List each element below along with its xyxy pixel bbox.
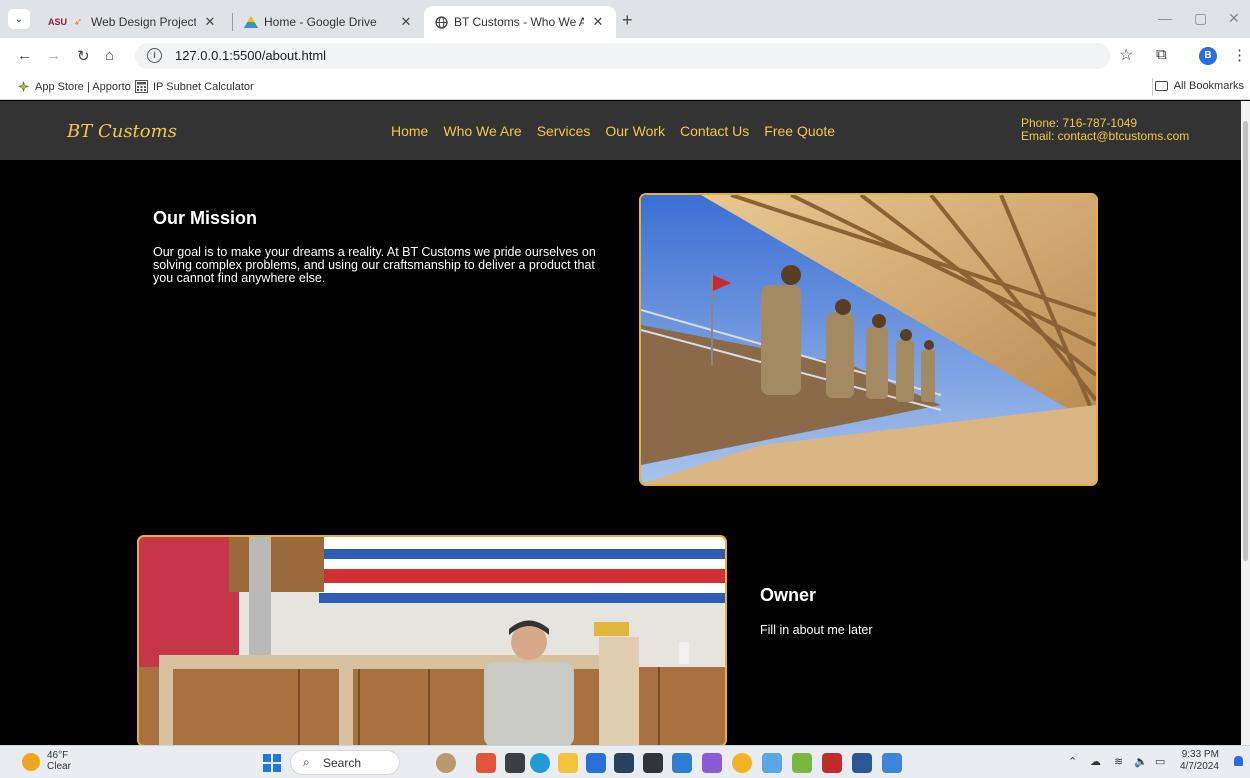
virtualbox-icon[interactable]: [643, 753, 663, 773]
new-tab-plus-icon[interactable]: +: [622, 10, 633, 31]
bookmark-ip-subnet-calculator[interactable]: IP Subnet Calculator: [135, 80, 254, 93]
battery-icon[interactable]: ▭: [1155, 755, 1165, 768]
file-explorer-icon[interactable]: [558, 753, 578, 773]
page-scrollbar[interactable]: [1241, 101, 1250, 745]
clock-time: 9:33 PM: [1181, 749, 1219, 760]
address-bar[interactable]: i 127.0.0.1:5500/about.html: [135, 43, 1110, 69]
site-nav: Home Who We Are Services Our Work Contac…: [391, 123, 835, 139]
restore-icon[interactable]: ▢: [1194, 10, 1207, 27]
nav-contact-us[interactable]: Contact Us: [680, 123, 749, 139]
extensions-puzzle-icon[interactable]: ⧉: [1156, 46, 1167, 63]
site-logo[interactable]: BT Customs: [67, 121, 177, 142]
tab-close-icon[interactable]: ✕: [202, 14, 218, 30]
tab-bt-customs[interactable]: BT Customs - Who We Are ✕: [424, 6, 616, 38]
onedrive-cloud-icon[interactable]: ☁: [1090, 755, 1101, 768]
minimize-icon[interactable]: —: [1158, 10, 1172, 26]
browser-menu-icon[interactable]: ⋮: [1232, 46, 1247, 64]
contact-info: Phone: 716-787-1049 Email: contact@btcus…: [1021, 117, 1189, 143]
tab-title: BT Customs - Who We Are: [454, 15, 584, 29]
bookmark-star-icon[interactable]: ☆: [1119, 45, 1133, 65]
bookmark-label: App Store | Apporto: [35, 80, 131, 93]
url-text[interactable]: 127.0.0.1:5500/about.html: [175, 48, 326, 63]
tab-close-icon[interactable]: ✕: [590, 14, 606, 30]
task-view-icon[interactable]: [505, 753, 525, 773]
taskbar-clock[interactable]: 9:33 PM 4/7/2024: [1180, 749, 1219, 773]
close-window-icon[interactable]: ✕: [1228, 10, 1240, 27]
bookmark-apporto[interactable]: App Store | Apporto: [17, 80, 131, 93]
tab-close-icon[interactable]: ✕: [398, 14, 414, 30]
nav-home[interactable]: Home: [391, 123, 428, 139]
wireshark-icon[interactable]: [792, 753, 812, 773]
owner-photo-workshop: [137, 535, 727, 745]
network-app-icon[interactable]: [762, 753, 782, 773]
browser-toolbar: ← → ↻ ⌂ i 127.0.0.1:5500/about.html ☆ ⧉ …: [0, 38, 1250, 74]
windows-taskbar: 46°F Clear ⌕ Search ⌃ ☁ ≋ 🔈 ▭ 9:33 PM 4/…: [0, 745, 1250, 778]
back-arrow-icon[interactable]: ←: [17, 47, 32, 64]
mission-heading: Our Mission: [153, 208, 258, 228]
nav-free-quote[interactable]: Free Quote: [764, 123, 835, 139]
nav-who-we-are[interactable]: Who We Are: [443, 123, 521, 139]
tab-divider: [232, 13, 233, 31]
windows-start-icon[interactable]: [263, 754, 281, 772]
volume-icon[interactable]: 🔈: [1134, 755, 1148, 768]
word-icon[interactable]: [852, 753, 872, 773]
vscode-icon[interactable]: [672, 753, 692, 773]
tab-title: Home - Google Drive: [264, 15, 377, 29]
weather-moon-icon[interactable]: [22, 753, 40, 771]
web-design-favicon-icon: ➶: [73, 16, 83, 28]
microsoft-store-icon[interactable]: [586, 753, 606, 773]
globe-icon: [434, 15, 448, 29]
page-viewport: BT Customs Home Who We Are Services Our …: [0, 101, 1241, 745]
weather-condition: Clear: [47, 761, 71, 772]
bookmark-divider: [1152, 78, 1153, 96]
browser-tab-bar: ⌄ ASU ➶ Web Design Project - Proje ✕ Hom…: [0, 0, 1250, 38]
nav-services[interactable]: Services: [537, 123, 591, 139]
reload-icon[interactable]: ↻: [77, 47, 90, 65]
search-label: Search: [323, 756, 362, 770]
contact-email[interactable]: Email: contact@btcustoms.com: [1021, 130, 1189, 143]
site-info-icon[interactable]: i: [147, 48, 162, 63]
site-header: BT Customs Home Who We Are Services Our …: [0, 101, 1241, 160]
copilot-people-icon[interactable]: [436, 753, 456, 773]
apporto-icon: [17, 80, 30, 93]
photos-icon[interactable]: [882, 753, 902, 773]
owner-heading: Owner: [760, 585, 817, 605]
calculator-icon: [135, 80, 148, 93]
mission-photo-roof-trusses: [639, 193, 1098, 486]
all-bookmarks-label: All Bookmarks: [1173, 80, 1244, 92]
profile-avatar[interactable]: B: [1199, 47, 1217, 65]
search-icon: ⌕: [303, 755, 310, 769]
owner-text: Fill in about me later: [760, 623, 873, 637]
nav-our-work[interactable]: Our Work: [605, 123, 665, 139]
copilot-pre-icon[interactable]: [476, 753, 496, 773]
tab-google-drive[interactable]: Home - Google Drive ✕: [234, 6, 424, 38]
weather-temperature: 46°F: [47, 750, 69, 761]
tab-web-design-project[interactable]: ASU ➶ Web Design Project - Proje ✕: [38, 6, 228, 38]
filezilla-icon[interactable]: [822, 753, 842, 773]
tray-chevron-up-icon[interactable]: ⌃: [1068, 755, 1077, 768]
mission-text: Our goal is to make your dreams a realit…: [153, 245, 596, 285]
edge-browser-icon[interactable]: [530, 753, 550, 773]
visual-studio-icon[interactable]: [702, 753, 722, 773]
bookmark-label: IP Subnet Calculator: [153, 80, 254, 93]
folder-icon: [1154, 81, 1168, 91]
app-icon[interactable]: [614, 753, 634, 773]
google-drive-icon: [244, 15, 258, 29]
tab-title: Web Design Project - Proje: [91, 15, 196, 29]
wifi-icon[interactable]: ≋: [1114, 755, 1123, 768]
forward-arrow-icon[interactable]: →: [46, 47, 61, 64]
notification-bell-icon[interactable]: [1234, 756, 1243, 766]
scrollbar-thumb[interactable]: [1243, 121, 1248, 561]
all-bookmarks-button[interactable]: All Bookmarks: [1154, 80, 1244, 92]
home-icon[interactable]: ⌂: [105, 47, 114, 64]
taskbar-search[interactable]: ⌕ Search: [290, 750, 400, 775]
weather-widget[interactable]: 46°F Clear: [47, 750, 71, 772]
tab-search-chevron-icon[interactable]: ⌄: [8, 9, 30, 29]
asu-logo-icon: ASU: [48, 17, 68, 27]
clock-date: 4/7/2024: [1180, 761, 1219, 772]
chrome-icon[interactable]: [732, 753, 752, 773]
bookmarks-bar: App Store | Apporto IP Subnet Calculator…: [0, 74, 1250, 100]
